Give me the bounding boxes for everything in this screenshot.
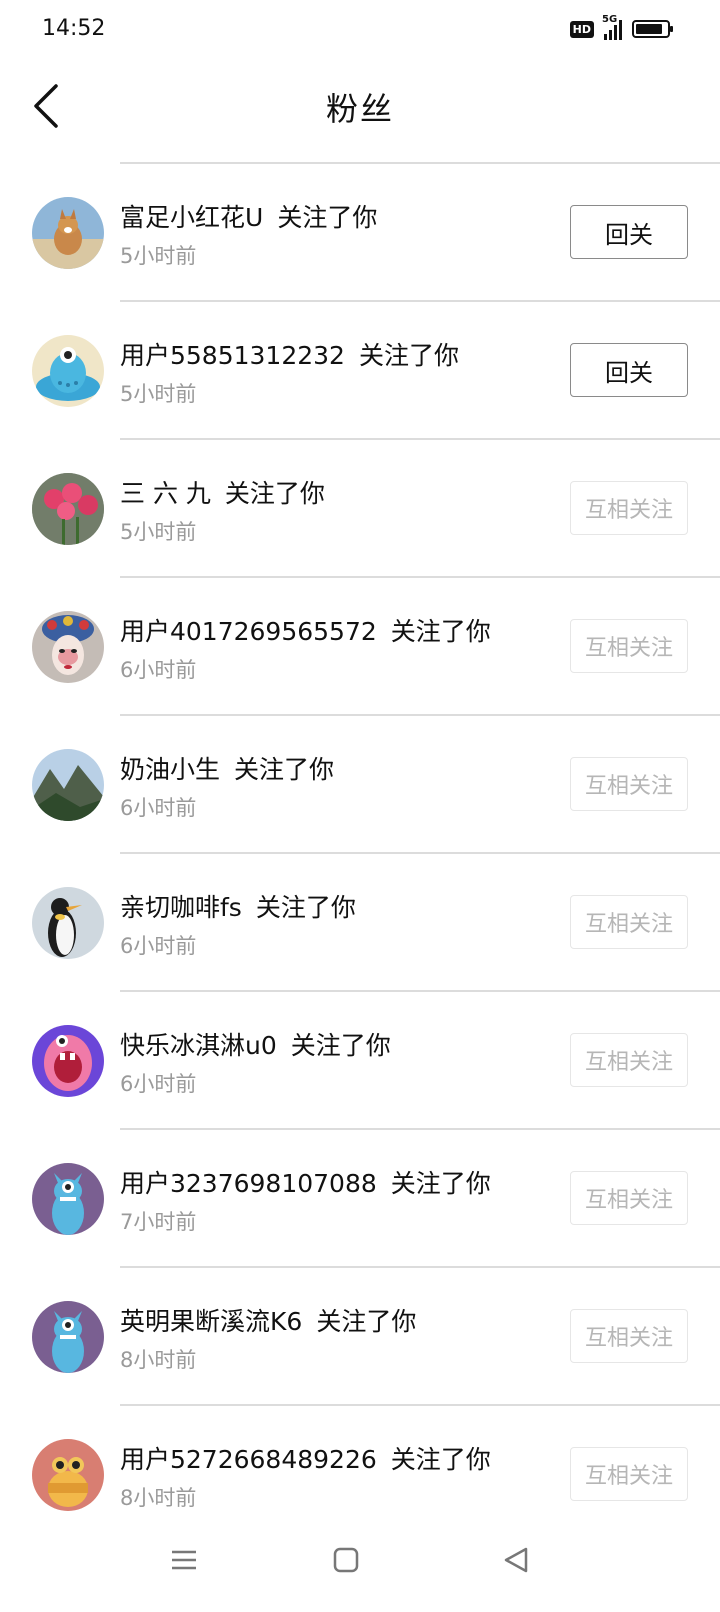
- follower-name: 三 六 九: [120, 479, 211, 508]
- menu-icon[interactable]: [164, 1540, 204, 1580]
- penguin-avatar[interactable]: [32, 887, 104, 959]
- follower-row[interactable]: 三 六 九关注了你 5小时前 互相关注: [32, 438, 720, 576]
- roses-avatar[interactable]: [32, 473, 104, 545]
- follower-row[interactable]: 亲切咖啡fs 关注了你 6小时前 互相关注: [32, 852, 720, 990]
- orange-monster-avatar[interactable]: [32, 1439, 104, 1511]
- follower-row[interactable]: 富足小红花U 关注了你 5小时前 回关: [32, 162, 720, 300]
- follow-time: 5小时前: [120, 382, 197, 406]
- system-nav-bar: [0, 1520, 720, 1612]
- follow-time: 8小时前: [120, 1486, 197, 1510]
- follow-action-text: 关注了你: [224, 479, 325, 508]
- home-square-icon[interactable]: [326, 1540, 366, 1580]
- follow-action-text: 关注了你: [290, 1031, 391, 1060]
- mutual-follow-button[interactable]: 互相关注: [570, 757, 688, 811]
- pink-monster-avatar[interactable]: [32, 1025, 104, 1097]
- status-icons: HD 5G: [569, 14, 673, 40]
- mutual-follow-button[interactable]: 互相关注: [570, 481, 688, 535]
- follower-name: 奶油小生: [120, 755, 221, 784]
- follow-action-text: 关注了你: [390, 1445, 491, 1474]
- network-type: 5G: [602, 14, 618, 25]
- follower-row[interactable]: 用户3237698107088 关注了你 7小时前 互相关注: [32, 1128, 720, 1266]
- follow-time: 5小时前: [120, 520, 197, 544]
- follow-back-button[interactable]: 回关: [570, 343, 688, 397]
- mutual-follow-button[interactable]: 互相关注: [570, 1309, 688, 1363]
- mutual-follow-button[interactable]: 互相关注: [570, 1447, 688, 1501]
- battery-icon: [632, 20, 673, 38]
- follower-name: 英明果断溪流K6: [120, 1307, 303, 1336]
- mutual-follow-button[interactable]: 互相关注: [570, 895, 688, 949]
- follower-name: 用户4017269565572: [120, 617, 377, 646]
- follow-action-text: 关注了你: [277, 203, 378, 232]
- follower-row[interactable]: 快乐冰淇淋u0 关注了你 6小时前 互相关注: [32, 990, 720, 1128]
- follow-time: 8小时前: [120, 1348, 197, 1372]
- followers-list: 富足小红花U 关注了你 5小时前 回关 用户55851312232 关注了你 5小时…: [0, 162, 720, 1542]
- follow-time: 6小时前: [120, 658, 197, 682]
- follower-name: 富足小红花U: [120, 203, 264, 232]
- back-triangle-icon[interactable]: [496, 1540, 536, 1580]
- status-time: 14:52: [42, 16, 106, 41]
- follow-action-text: 关注了你: [255, 893, 356, 922]
- follow-time: 7小时前: [120, 1210, 197, 1234]
- blue-monster-avatar[interactable]: [32, 335, 104, 407]
- mutual-follow-button[interactable]: 互相关注: [570, 1033, 688, 1087]
- follow-time: 5小时前: [120, 244, 197, 268]
- follow-action-text: 关注了你: [234, 755, 335, 784]
- follow-action-text: 关注了你: [316, 1307, 417, 1336]
- blue-monster-purple-avatar[interactable]: [32, 1163, 104, 1235]
- follower-name: 用户3237698107088: [120, 1169, 377, 1198]
- nav-bar: 粉丝: [0, 62, 720, 158]
- follow-action-text: 关注了你: [390, 617, 491, 646]
- follow-time: 6小时前: [120, 1072, 197, 1096]
- follow-action-text: 关注了你: [390, 1169, 491, 1198]
- opera-mask-avatar[interactable]: [32, 611, 104, 683]
- follow-back-button[interactable]: 回关: [570, 205, 688, 259]
- follower-name: 快乐冰淇淋u0: [120, 1031, 277, 1060]
- follow-time: 6小时前: [120, 934, 197, 958]
- page-title: 粉丝: [325, 90, 394, 128]
- dog-avatar[interactable]: [32, 197, 104, 269]
- follow-time: 6小时前: [120, 796, 197, 820]
- follower-row[interactable]: 用户4017269565572 关注了你 6小时前 互相关注: [32, 576, 720, 714]
- status-bar: 14:52 HD 5G: [0, 0, 720, 62]
- follower-name: 用户5272668489226: [120, 1445, 377, 1474]
- follower-row[interactable]: 英明果断溪流K6 关注了你 8小时前 互相关注: [32, 1266, 720, 1404]
- follower-row[interactable]: 奶油小生 关注了你 6小时前 互相关注: [32, 714, 720, 852]
- mountain-avatar[interactable]: [32, 749, 104, 821]
- follower-name: 用户55851312232: [120, 341, 345, 370]
- follower-row[interactable]: 用户55851312232 关注了你 5小时前 回关: [32, 300, 720, 438]
- blue-monster-purple-avatar[interactable]: [32, 1301, 104, 1373]
- mutual-follow-button[interactable]: 互相关注: [570, 619, 688, 673]
- follower-name: 亲切咖啡fs: [120, 893, 242, 922]
- signal-icon: 5G: [602, 14, 622, 40]
- hd-icon: HD: [569, 20, 594, 38]
- follow-action-text: 关注了你: [358, 341, 459, 370]
- mutual-follow-button[interactable]: 互相关注: [570, 1171, 688, 1225]
